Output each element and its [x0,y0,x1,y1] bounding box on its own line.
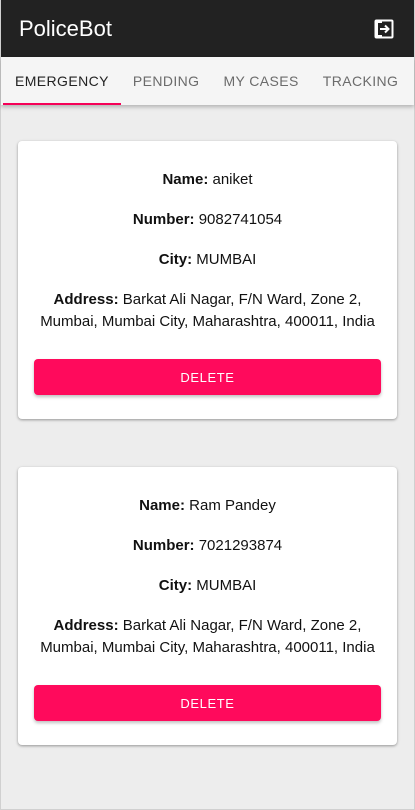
number-label: Number: [132,537,199,554]
app-root: PoliceBot EMERGENCY PENDING MY CASES TRA… [0,0,415,810]
number-value: 7021293874 [198,537,283,554]
number-row: Number: 9082741054 [34,209,381,231]
name-label: Name: [162,171,213,188]
tab-my-cases[interactable]: MY CASES [211,57,310,105]
delete-button[interactable]: DELETE [34,359,381,395]
city-value: MUMBAI [196,251,257,268]
number-label: Number: [132,211,199,228]
name-value: aniket [212,171,253,188]
app-title: PoliceBot [19,15,112,41]
address-row: Address: Barkat Ali Nagar, F/N Ward, Zon… [34,615,381,659]
app-bar: PoliceBot [1,0,414,57]
name-value: Ram Pandey [189,497,276,514]
address-label: Address: [53,291,123,308]
city-label: City: [158,577,197,594]
name-row: Name: Ram Pandey [34,495,381,517]
emergency-card: Name: Ram Pandey Number: 7021293874 City… [18,467,397,745]
city-row: City: MUMBAI [34,249,381,271]
number-value: 9082741054 [198,211,283,228]
name-row: Name: aniket [34,169,381,191]
city-label: City: [158,251,197,268]
address-row: Address: Barkat Ali Nagar, F/N Ward, Zon… [34,289,381,333]
name-label: Name: [139,497,190,514]
logout-icon[interactable] [373,18,395,40]
tab-pending[interactable]: PENDING [121,57,212,105]
city-row: City: MUMBAI [34,575,381,597]
tab-tracking[interactable]: TRACKING [311,57,411,105]
tab-bar: EMERGENCY PENDING MY CASES TRACKING [1,57,414,105]
emergency-list: Name: aniket Number: 9082741054 City: MU… [1,105,414,745]
tab-emergency[interactable]: EMERGENCY [3,57,121,105]
city-value: MUMBAI [196,577,257,594]
address-label: Address: [53,617,123,634]
emergency-card: Name: aniket Number: 9082741054 City: MU… [18,141,397,419]
delete-button[interactable]: DELETE [34,685,381,721]
number-row: Number: 7021293874 [34,535,381,557]
